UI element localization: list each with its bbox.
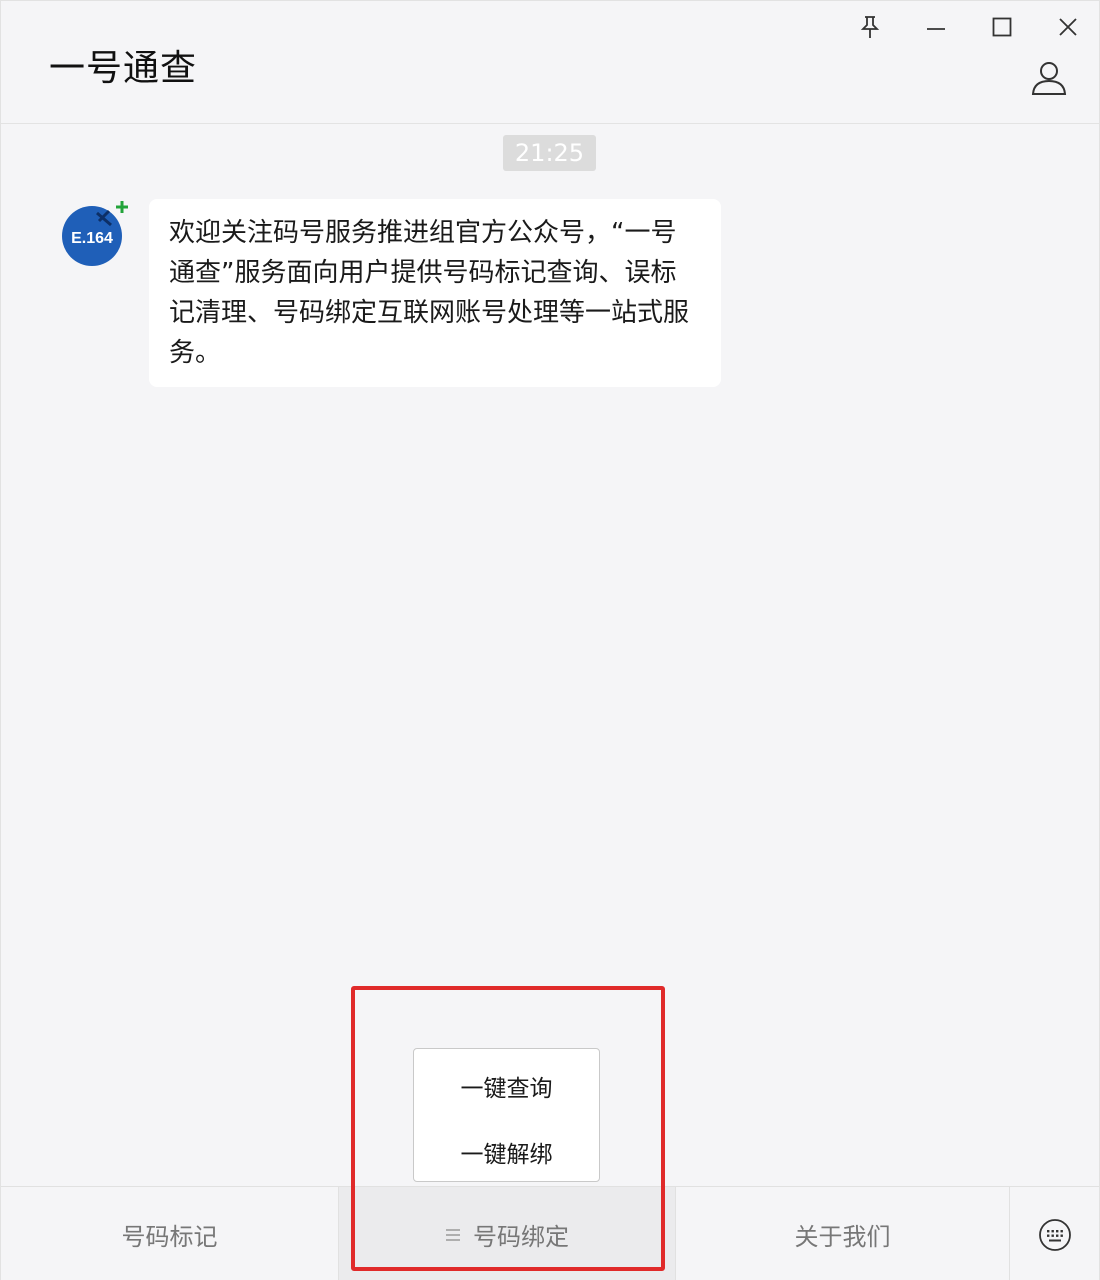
menu-item-label: 号码绑定 <box>473 1223 569 1251</box>
bottom-menu-bar: 号码标记 号码绑定 关于我们 <box>1 1186 1099 1280</box>
popup-item-query[interactable]: 一键查询 <box>414 1069 599 1103</box>
menu-item-label: 关于我们 <box>794 1223 891 1251</box>
maximize-icon[interactable] <box>984 9 1020 45</box>
app-window: 一号通查 21:25 E.164 欢迎关注码号服务推进组官方公众号，“一号通查”… <box>0 0 1100 1280</box>
message-text: 欢迎关注码号服务推进组官方公众号，“一号通查”服务面向用户提供号码标记查询、误标… <box>169 218 690 368</box>
submenu-popup: 一键查询 一键解绑 <box>413 1048 600 1182</box>
message-bubble[interactable]: 欢迎关注码号服务推进组官方公众号，“一号通查”服务面向用户提供号码标记查询、误标… <box>149 199 721 387</box>
menu-item-number-bind[interactable]: 号码绑定 <box>339 1187 675 1280</box>
close-icon[interactable] <box>1050 9 1086 45</box>
keyboard-icon[interactable] <box>1010 1187 1099 1280</box>
timestamp-badge: 21:25 <box>503 135 596 171</box>
avatar-text: E.164 <box>71 230 113 247</box>
popup-item-unbind[interactable]: 一键解绑 <box>414 1135 599 1169</box>
minimize-icon[interactable] <box>918 9 954 45</box>
menu-item-about-us[interactable]: 关于我们 <box>676 1187 1009 1280</box>
title-bar: 一号通查 <box>1 1 1099 124</box>
avatar[interactable]: E.164 <box>59 199 129 269</box>
window-title: 一号通查 <box>49 48 198 89</box>
menu-lines-icon <box>445 1221 461 1249</box>
menu-item-number-mark[interactable]: 号码标记 <box>1 1187 338 1280</box>
pin-icon[interactable] <box>852 9 888 45</box>
person-icon[interactable] <box>1027 56 1071 100</box>
menu-item-label: 号码标记 <box>121 1223 218 1251</box>
